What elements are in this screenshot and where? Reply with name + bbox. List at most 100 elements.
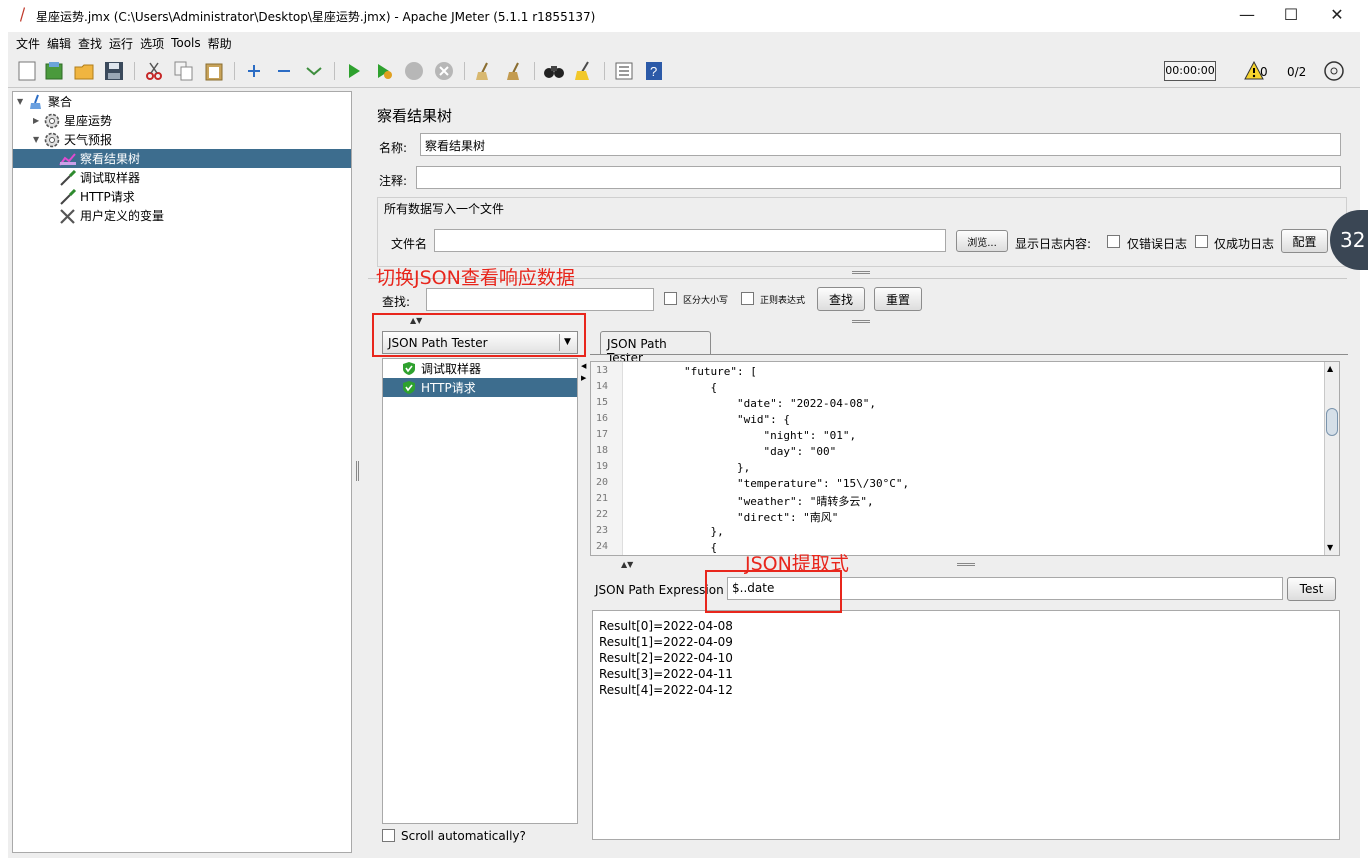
- scroll-down-icon[interactable]: ▼: [1327, 543, 1333, 552]
- menu-search[interactable]: 查找: [78, 35, 102, 52]
- success-shield-icon: [400, 380, 418, 396]
- line-number: 18: [596, 445, 609, 456]
- sample-item-debug[interactable]: 调试取样器: [383, 359, 577, 378]
- tree-node-aggregate[interactable]: ▼ 聚合: [13, 92, 351, 111]
- code-line: 20 "temperature": "15\/30°C",: [591, 477, 1339, 493]
- shutdown-icon[interactable]: [433, 60, 455, 82]
- tree-node-weather[interactable]: ▼ 天气预报: [13, 130, 351, 149]
- code-line: 15 "date": "2022-04-08",: [591, 397, 1339, 413]
- wrench-icon: [59, 208, 77, 224]
- expand-arrow-icon[interactable]: ▶: [33, 116, 43, 125]
- scroll-thumb[interactable]: [1326, 408, 1338, 436]
- code-text: "future": [: [631, 365, 757, 378]
- code-scrollbar[interactable]: ▲ ▼: [1324, 362, 1339, 555]
- reset-button[interactable]: 重置: [874, 287, 922, 311]
- vertical-splitter[interactable]: ◀ ▶: [580, 358, 588, 824]
- tree-node-debug-sampler[interactable]: 调试取样器: [13, 168, 351, 187]
- collapse-all-icon[interactable]: [273, 60, 295, 82]
- annotation-switch-json: 切换JSON查看响应数据: [376, 267, 575, 289]
- search-button[interactable]: 查找: [817, 287, 865, 311]
- tree-node-view-results-tree[interactable]: 察看结果树: [13, 149, 351, 168]
- divider-grip[interactable]: [957, 563, 975, 566]
- gear-icon: [43, 113, 61, 129]
- maximize-button[interactable]: ☐: [1268, 0, 1314, 32]
- success-only-checkbox[interactable]: [1195, 235, 1208, 248]
- menu-edit[interactable]: 编辑: [47, 35, 71, 52]
- save-icon[interactable]: [103, 60, 125, 82]
- split-arrows-icon[interactable]: ▲▼: [621, 560, 633, 569]
- help-icon[interactable]: ?: [643, 60, 665, 82]
- file-group-title: 所有数据写入一个文件: [384, 202, 505, 216]
- search-input[interactable]: [426, 288, 654, 311]
- start-icon[interactable]: [343, 60, 365, 82]
- result-line: Result[2]=2022-04-10: [599, 651, 733, 665]
- new-icon[interactable]: [16, 60, 38, 82]
- filename-input[interactable]: [434, 229, 946, 252]
- paste-icon[interactable]: [203, 60, 225, 82]
- response-code-view[interactable]: 13 "future": [14 {15 "date": "2022-04-08…: [590, 361, 1340, 556]
- scroll-auto-checkbox[interactable]: [382, 829, 395, 842]
- code-line: 17 "night": "01",: [591, 429, 1339, 445]
- annotation-box-expression: [705, 570, 842, 613]
- line-number: 14: [596, 381, 609, 392]
- menu-run[interactable]: 运行: [109, 35, 133, 52]
- start-no-pause-icon[interactable]: [373, 60, 395, 82]
- code-text: "direct": "南风": [631, 511, 839, 524]
- collapse-arrow-icon[interactable]: ▼: [33, 135, 43, 144]
- search-icon[interactable]: [543, 60, 565, 82]
- stop-icon[interactable]: [403, 60, 425, 82]
- function-helper-icon[interactable]: [613, 60, 635, 82]
- code-text: "weather": "晴转多云",: [631, 495, 874, 508]
- menu-help[interactable]: 帮助: [208, 35, 232, 52]
- menu-file[interactable]: 文件: [16, 35, 40, 52]
- minimize-button[interactable]: —: [1224, 0, 1270, 32]
- expand-all-icon[interactable]: [243, 60, 265, 82]
- window-title: 星座运势.jmx (C:\Users\Administrator\Desktop…: [36, 10, 596, 24]
- divider-grip[interactable]: [852, 320, 870, 323]
- divider-grip[interactable]: [852, 271, 870, 274]
- tree-node-user-variables[interactable]: 用户定义的变量: [13, 206, 351, 225]
- sample-item-http[interactable]: HTTP请求: [383, 378, 577, 397]
- tab-json-path-tester[interactable]: JSON Path Tester: [600, 331, 711, 365]
- regex-checkbox[interactable]: [741, 292, 754, 305]
- result-line: Result[0]=2022-04-08: [599, 619, 733, 633]
- tree-splitter[interactable]: [353, 91, 362, 853]
- menu-options[interactable]: 选项: [140, 35, 164, 52]
- line-number: 24: [596, 541, 609, 552]
- toggle-icon[interactable]: [303, 60, 325, 82]
- collapse-arrow-icon[interactable]: ▼: [17, 97, 27, 106]
- name-label: 名称:: [379, 141, 408, 155]
- clear-all-icon[interactable]: [503, 60, 525, 82]
- regex-label: 正则表达式: [760, 296, 806, 306]
- code-line: 23 },: [591, 525, 1339, 541]
- tree-node-http-request[interactable]: HTTP请求: [13, 187, 351, 206]
- comment-input[interactable]: [416, 166, 1341, 189]
- close-button[interactable]: ✕: [1314, 0, 1360, 32]
- case-sensitive-label: 区分大小写: [683, 296, 729, 306]
- cut-icon[interactable]: [143, 60, 165, 82]
- browse-button[interactable]: 浏览...: [956, 230, 1008, 252]
- reset-search-icon[interactable]: [573, 60, 595, 82]
- test-plan-tree: ▼ 聚合 ▶ 星座运势 ▼ 天气预报 察看结果树 调试取样器 HTTP请求 用户…: [12, 91, 352, 853]
- remote-status-icon[interactable]: [1323, 60, 1345, 82]
- clear-icon[interactable]: [473, 60, 495, 82]
- templates-icon[interactable]: [43, 60, 65, 82]
- code-line: 24 {: [591, 541, 1339, 555]
- results-panel: Result[0]=2022-04-08 Result[1]=2022-04-09…: [592, 610, 1340, 840]
- code-text: "date": "2022-04-08",: [631, 397, 877, 410]
- success-shield-icon: [400, 361, 418, 377]
- test-button[interactable]: Test: [1287, 577, 1336, 601]
- result-line: Result[3]=2022-04-11: [599, 667, 733, 681]
- elapsed-timer: 00:00:00: [1164, 61, 1216, 81]
- scroll-up-icon[interactable]: ▲: [1327, 364, 1333, 373]
- menu-tools[interactable]: Tools: [171, 36, 201, 50]
- code-text: "temperature": "15\/30°C",: [631, 477, 910, 490]
- case-sensitive-checkbox[interactable]: [664, 292, 677, 305]
- copy-icon[interactable]: [173, 60, 195, 82]
- tree-node-horoscope[interactable]: ▶ 星座运势: [13, 111, 351, 130]
- code-text: {: [631, 541, 718, 554]
- name-input[interactable]: 察看结果树: [420, 133, 1341, 156]
- errors-only-checkbox[interactable]: [1107, 235, 1120, 248]
- configure-button[interactable]: 配置: [1281, 229, 1328, 253]
- open-icon[interactable]: [73, 60, 95, 82]
